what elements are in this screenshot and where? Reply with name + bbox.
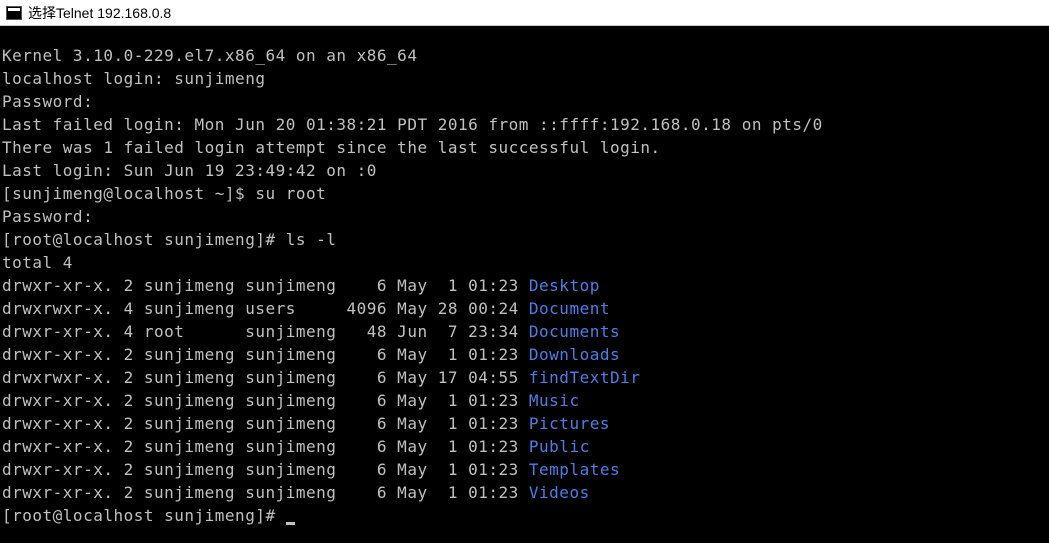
cursor xyxy=(286,522,295,525)
directory-name: Desktop xyxy=(529,276,600,295)
directory-name: Documents xyxy=(529,322,620,341)
directory-name: Videos xyxy=(529,483,590,502)
terminal-icon xyxy=(6,6,22,20)
directory-name: findTextDir xyxy=(529,368,640,387)
window-title: 选择Telnet 192.168.0.8 xyxy=(28,3,171,23)
terminal-area[interactable]: Kernel 3.10.0-229.el7.x86_64 on an x86_6… xyxy=(0,26,1049,543)
directory-name: Public xyxy=(529,437,590,456)
directory-name: Music xyxy=(529,391,580,410)
directory-name: Downloads xyxy=(529,345,620,364)
directory-name: Document xyxy=(529,299,610,318)
directory-name: Pictures xyxy=(529,414,610,433)
directory-name: Templates xyxy=(529,460,620,479)
window-titlebar[interactable]: 选择Telnet 192.168.0.8 xyxy=(0,0,1049,26)
